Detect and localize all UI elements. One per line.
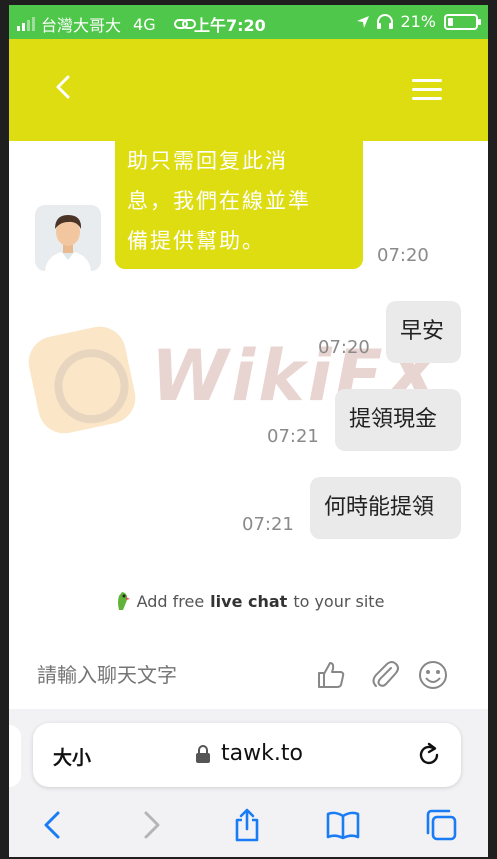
chat-input-row xyxy=(9,645,488,703)
emoji-icon[interactable] xyxy=(417,659,449,691)
message-list: WikiFX 助只需回复此消 息，我們在線並準 備提供幫助。 07:20 早安 … xyxy=(9,141,488,573)
address-bar[interactable]: 大小 tawk.to xyxy=(33,723,461,787)
user-message-time: 07:21 xyxy=(267,426,319,447)
safari-back-icon[interactable] xyxy=(35,807,71,843)
status-left: 台灣大哥大 4G xyxy=(17,12,196,36)
status-right: 21% xyxy=(356,12,481,31)
previous-tab-peek[interactable] xyxy=(9,725,21,787)
bookmarks-icon[interactable] xyxy=(325,807,361,843)
text-size-button[interactable]: 大小 xyxy=(53,743,91,770)
carrier-label: 台灣大哥大 xyxy=(41,16,122,35)
url-text: tawk.to xyxy=(221,741,303,766)
back-icon[interactable] xyxy=(49,72,79,102)
browser-toolbar: 大小 tawk.to xyxy=(9,709,488,857)
signal-icon xyxy=(17,17,35,31)
time-label: 上午7:20 xyxy=(194,16,266,35)
status-bar: 台灣大哥大 4G 上午7:20 21% xyxy=(9,5,488,39)
paperclip-icon[interactable] xyxy=(369,659,401,691)
address-display[interactable]: tawk.to xyxy=(195,741,303,766)
promo-prefix: Add free xyxy=(136,591,205,611)
promo-link[interactable]: Add free live chat to your site xyxy=(9,580,488,622)
safari-forward-icon[interactable] xyxy=(133,807,169,843)
agent-message: 助只需回复此消 息，我們在線並準 備提供幫助。 xyxy=(115,141,363,269)
menu-icon[interactable] xyxy=(412,79,442,101)
lock-icon xyxy=(196,744,210,763)
chat-input[interactable] xyxy=(37,657,297,693)
user-message-text: 提領現金 xyxy=(349,407,438,432)
agent-message-line: 備提供幫助。 xyxy=(127,229,265,253)
agent-message-line: 助只需回复此消 xyxy=(127,149,288,173)
avatar-icon xyxy=(45,215,91,271)
battery-percent: 21% xyxy=(400,12,436,31)
link-icon xyxy=(173,19,196,29)
promo-suffix: to your site xyxy=(293,591,385,611)
user-message-text: 早安 xyxy=(400,319,445,344)
chat-header xyxy=(9,39,488,141)
status-time: 上午7:20 xyxy=(194,12,266,36)
location-icon xyxy=(357,15,370,28)
headphones-icon xyxy=(377,13,394,29)
agent-message-time: 07:20 xyxy=(377,245,429,266)
user-message-text: 何時能提領 xyxy=(324,495,435,520)
phone-screen: 台灣大哥大 4G 上午7:20 21% WikiFX 助只需回复此消 息，我們在… xyxy=(9,5,488,857)
parrot-icon xyxy=(117,592,130,610)
agent-avatar xyxy=(35,205,101,271)
user-message-time: 07:21 xyxy=(242,514,294,535)
user-message-time: 07:20 xyxy=(318,337,370,358)
promo-bold: live chat xyxy=(210,591,288,611)
agent-message-line: 息，我們在線並準 xyxy=(127,189,311,213)
share-icon[interactable] xyxy=(229,807,265,843)
watermark-logo xyxy=(23,321,141,439)
reload-icon[interactable] xyxy=(415,741,443,769)
network-label: 4G xyxy=(133,14,156,34)
thumbs-up-icon[interactable] xyxy=(315,659,347,691)
user-message: 早安 xyxy=(386,301,461,363)
tabs-icon[interactable] xyxy=(423,807,459,843)
user-message: 提領現金 xyxy=(335,389,461,451)
battery-icon xyxy=(444,13,481,30)
user-message: 何時能提領 xyxy=(310,477,461,539)
